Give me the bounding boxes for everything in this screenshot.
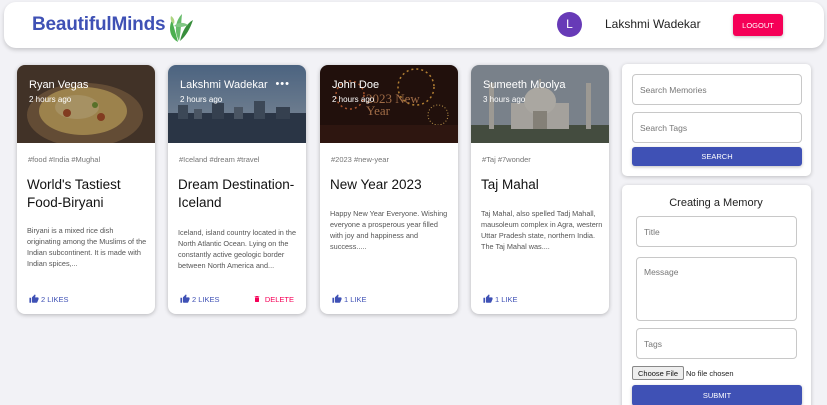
- post-image-city-skyline[interactable]: [168, 65, 306, 143]
- post-title: World's Tastiest Food-Biryani: [27, 177, 121, 210]
- like-button[interactable]: 2 LIKES: [180, 294, 220, 304]
- delete-button[interactable]: DELETE: [253, 294, 294, 304]
- leaf-face-logo-icon: [170, 14, 193, 42]
- image-caption: 2023 New Year: [366, 91, 420, 118]
- post-card: Ryan Vegas 2 hours ago #food #India #Mug…: [17, 65, 155, 314]
- file-status: No file chosen: [686, 369, 734, 378]
- thumb-up-icon: [483, 294, 493, 303]
- search-memories-input[interactable]: [632, 74, 802, 105]
- post-image-biryani[interactable]: [17, 65, 155, 143]
- post-message: Iceland, island country located in the N…: [178, 228, 297, 270]
- post-card: Sumeeth Moolya 3 hours ago #Taj #7wonder…: [471, 65, 609, 314]
- post-card: 2023 New Year John Doe 2 hours ago #2023…: [320, 65, 458, 314]
- post-creator: Lakshmi Wadekar: [180, 79, 268, 91]
- user-name: Lakshmi Wadekar: [605, 17, 701, 31]
- title-input[interactable]: [636, 216, 797, 247]
- thumb-up-icon: [180, 294, 190, 303]
- like-button[interactable]: 2 LIKES: [29, 294, 69, 304]
- post-creator: Sumeeth Moolya: [483, 79, 566, 91]
- post-title: Taj Mahal: [481, 177, 539, 192]
- brand-title[interactable]: BeautifulMinds: [32, 14, 166, 36]
- post-time: 2 hours ago: [332, 95, 375, 104]
- like-count: 1 LIKE: [495, 295, 518, 304]
- post-creator: Ryan Vegas: [29, 79, 89, 91]
- search-panel: SEARCH: [622, 64, 811, 176]
- post-tags: #Iceland #dream #travel: [179, 155, 260, 164]
- message-textarea[interactable]: [636, 257, 797, 321]
- trash-icon: [254, 296, 260, 302]
- post-message: Happy New Year Everyone. Wishing everyon…: [330, 209, 448, 251]
- create-memory-form: Creating a Memory Choose File No file ch…: [622, 185, 811, 405]
- search-tags-input[interactable]: [632, 112, 802, 143]
- like-button[interactable]: 1 LIKE: [483, 294, 518, 304]
- app-bar: BeautifulMinds L Lakshmi Wadekar LOGOUT: [4, 2, 824, 48]
- post-title: Dream Destination-Iceland: [178, 177, 295, 210]
- post-time: 2 hours ago: [180, 95, 223, 104]
- like-count: 2 LIKES: [192, 295, 220, 304]
- post-message: Taj Mahal, also spelled Tadj Mahall, mau…: [481, 209, 603, 251]
- more-options-icon[interactable]: •••: [275, 78, 290, 90]
- post-time: 2 hours ago: [29, 95, 72, 104]
- post-title: New Year 2023: [330, 177, 422, 192]
- post-image-taj-mahal[interactable]: [471, 65, 609, 143]
- tags-input[interactable]: [636, 328, 797, 359]
- thumb-up-icon: [332, 294, 342, 303]
- post-tags: #food #India #Mughal: [28, 155, 101, 164]
- post-creator: John Doe: [332, 79, 380, 91]
- logout-button[interactable]: LOGOUT: [733, 14, 783, 36]
- search-button[interactable]: SEARCH: [632, 147, 802, 166]
- like-button[interactable]: 1 LIKE: [332, 294, 367, 304]
- like-count: 1 LIKE: [344, 295, 367, 304]
- post-tags: #Taj #7wonder: [482, 155, 531, 164]
- avatar: L: [557, 12, 582, 37]
- post-message: Biryani is a mixed rice dish originating…: [27, 226, 147, 268]
- post-card: Lakshmi Wadekar ••• 2 hours ago #Iceland…: [168, 65, 306, 314]
- submit-button[interactable]: SUBMIT: [632, 385, 802, 405]
- choose-file-button[interactable]: Choose File: [632, 366, 685, 380]
- post-time: 3 hours ago: [483, 95, 526, 104]
- post-tags: #2023 #new-year: [331, 155, 389, 164]
- delete-label: DELETE: [264, 295, 294, 304]
- like-count: 2 LIKES: [41, 295, 69, 304]
- form-heading: Creating a Memory: [669, 197, 763, 209]
- thumb-up-icon: [29, 294, 39, 303]
